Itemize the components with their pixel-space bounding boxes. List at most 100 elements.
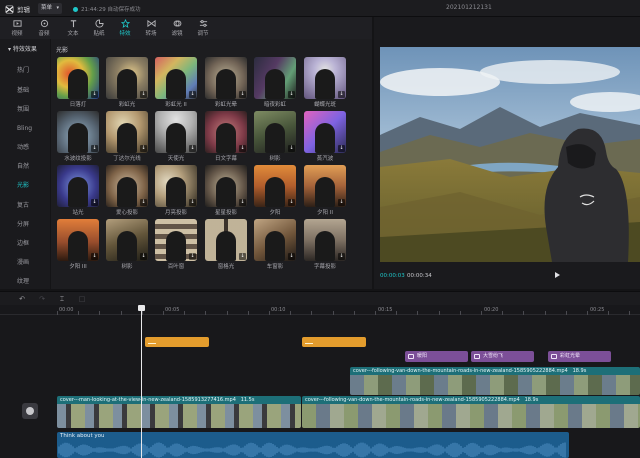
effect-tile[interactable]: ↓ 窗格光 xyxy=(205,219,247,271)
effect-tile[interactable]: ↓ 夕阳 III xyxy=(57,219,99,271)
effect-clip[interactable]: 大雪纷飞 xyxy=(471,351,534,362)
effect-tile[interactable]: ↓ 水波纹投影 xyxy=(57,111,99,163)
undo-icon[interactable]: ↶ xyxy=(18,295,26,303)
effect-tile[interactable]: ↓ 丁达尔光线 xyxy=(106,111,148,163)
download-icon[interactable]: ↓ xyxy=(239,199,246,206)
download-icon[interactable]: ↓ xyxy=(140,145,147,152)
effect-thumbnail-subject xyxy=(216,123,236,153)
timeline-ruler[interactable]: 00:00 00:05 00:10 00:15 00:20 00:25 xyxy=(0,305,640,315)
download-icon[interactable]: ↓ xyxy=(338,91,345,98)
redo-icon[interactable]: ↷ xyxy=(38,295,46,303)
video-clip-main[interactable]: cover---man-looking-at-the-view-in-new-z… xyxy=(57,396,301,428)
download-icon[interactable]: ↓ xyxy=(189,145,196,152)
download-icon[interactable]: ↓ xyxy=(288,253,295,260)
video-clip-second[interactable]: cover---following-van-down-the-mountain-… xyxy=(302,396,640,428)
category-item-border[interactable]: 边框 xyxy=(0,237,50,251)
sticker-clip[interactable] xyxy=(145,337,209,347)
effect-tile[interactable]: ↓ 树影 xyxy=(106,219,148,271)
effect-tile[interactable]: ↓ 夕阳 II xyxy=(304,165,346,217)
download-icon[interactable]: ↓ xyxy=(338,145,345,152)
download-icon[interactable]: ↓ xyxy=(239,91,246,98)
play-icon[interactable] xyxy=(554,272,560,278)
download-icon[interactable]: ↓ xyxy=(239,145,246,152)
effect-tile[interactable]: ↓ 百叶窗 xyxy=(155,219,197,271)
download-icon[interactable]: ↓ xyxy=(239,253,246,260)
download-icon[interactable]: ↓ xyxy=(189,253,196,260)
category-item-atmosphere[interactable]: 氛围 xyxy=(0,103,50,117)
download-icon[interactable]: ↓ xyxy=(288,91,295,98)
app-logo: 剪辑 xyxy=(5,4,30,14)
effect-tile[interactable]: ↓ 蒸汽波 xyxy=(304,111,346,163)
category-item-comic[interactable]: 漫画 xyxy=(0,256,50,270)
effect-tile[interactable]: ↓ 彩虹光 xyxy=(106,57,148,109)
effect-tile[interactable]: ↓ 蝴蝶光斑 xyxy=(304,57,346,109)
category-item-basic[interactable]: 基础 xyxy=(0,84,50,98)
download-icon[interactable]: ↓ xyxy=(91,199,98,206)
preview-frame-image xyxy=(380,47,640,262)
effect-clip[interactable]: 彩虹光晕 xyxy=(548,351,611,362)
effect-tile[interactable]: ↓ 月亮投影 xyxy=(155,165,197,217)
ruler-tick xyxy=(460,311,461,315)
effect-tile[interactable]: ↓ 日文字幕 xyxy=(205,111,247,163)
effect-tile[interactable]: ↓ 站光 xyxy=(57,165,99,217)
tab-sticker[interactable]: 贴纸 xyxy=(86,18,112,38)
effect-clip-label: 彩虹光晕 xyxy=(560,353,581,359)
category-item-retro[interactable]: 复古 xyxy=(0,199,50,213)
download-icon[interactable]: ↓ xyxy=(288,199,295,206)
video-clip-name: cover---following-van-down-the-mountain-… xyxy=(305,397,520,403)
effect-tile[interactable]: ↓ 天使光 xyxy=(155,111,197,163)
download-icon[interactable]: ↓ xyxy=(91,91,98,98)
category-item-bling[interactable]: Bling xyxy=(0,122,50,136)
download-icon[interactable]: ↓ xyxy=(189,91,196,98)
effect-tile-label: 蝴蝶光斑 xyxy=(313,102,336,108)
split-icon[interactable]: ⌶ xyxy=(58,295,66,303)
video-clip-overlay[interactable]: cover---following-van-down-the-mountain-… xyxy=(350,367,640,395)
sticker-clip[interactable] xyxy=(302,337,366,347)
download-icon[interactable]: ↓ xyxy=(140,253,147,260)
saved-status-icon xyxy=(73,6,78,12)
effect-clip[interactable]: 暖阳 xyxy=(405,351,468,362)
effect-tile[interactable]: ↓ 彩虹光 II xyxy=(155,57,197,109)
download-icon[interactable]: ↓ xyxy=(338,253,345,260)
category-item-dynamic[interactable]: 动感 xyxy=(0,141,50,155)
track-cover-icon[interactable] xyxy=(22,403,38,419)
tab-text[interactable]: 文本 xyxy=(60,18,86,38)
download-icon[interactable]: ↓ xyxy=(140,91,147,98)
download-icon[interactable]: ↓ xyxy=(91,253,98,260)
download-icon[interactable]: ↓ xyxy=(288,145,295,152)
ruler-tick xyxy=(354,311,355,315)
category-item-hot[interactable]: 热门 xyxy=(0,64,50,78)
effect-tile[interactable]: ↓ 夕阳 xyxy=(254,165,296,217)
category-item-split[interactable]: 分屏 xyxy=(0,218,50,232)
effect-tile[interactable]: ↓ 星星投影 xyxy=(205,165,247,217)
download-icon[interactable]: ↓ xyxy=(140,199,147,206)
effect-tile[interactable]: ↓ 彩虹光晕 xyxy=(205,57,247,109)
effect-tile[interactable]: ↓ 暗夜彩虹 xyxy=(254,57,296,109)
audio-clip[interactable]: Think about you xyxy=(57,432,569,458)
category-item-light-shadow[interactable]: 光影 xyxy=(0,179,50,193)
download-icon[interactable]: ↓ xyxy=(91,145,98,152)
effect-tile[interactable]: ↓ 爱心投影 xyxy=(106,165,148,217)
menu-button[interactable]: 菜单 ▾ xyxy=(38,3,62,14)
playhead[interactable] xyxy=(138,305,145,458)
download-icon[interactable]: ↓ xyxy=(189,199,196,206)
effect-tile[interactable]: ↓ 车窗影 xyxy=(254,219,296,271)
total-time: 00:00:34 xyxy=(407,273,432,279)
delete-icon[interactable]: □ xyxy=(78,295,86,303)
effect-tile[interactable]: ↓ 日落灯 xyxy=(57,57,99,109)
preview-video[interactable] xyxy=(380,47,640,262)
download-icon[interactable]: ↓ xyxy=(338,199,345,206)
playhead-handle[interactable] xyxy=(138,305,145,311)
category-item-nature[interactable]: 自然 xyxy=(0,160,50,174)
effect-tile[interactable]: ↓ 树影 xyxy=(254,111,296,163)
tab-effects[interactable]: 特效 xyxy=(112,18,138,38)
tab-audio[interactable]: 音频 xyxy=(31,18,57,38)
tab-adjust[interactable]: 调节 xyxy=(190,18,216,38)
category-item-texture[interactable]: 纹理 xyxy=(0,275,50,289)
effect-thumbnail: ↓ xyxy=(155,165,197,207)
effect-tile[interactable]: ↓ 字幕投影 xyxy=(304,219,346,271)
tab-filter[interactable]: 滤镜 xyxy=(164,18,190,38)
category-header[interactable]: ▾ 特效效果 xyxy=(0,43,50,57)
tab-video[interactable]: 视频 xyxy=(4,18,30,38)
tab-transition[interactable]: 转场 xyxy=(138,18,164,38)
